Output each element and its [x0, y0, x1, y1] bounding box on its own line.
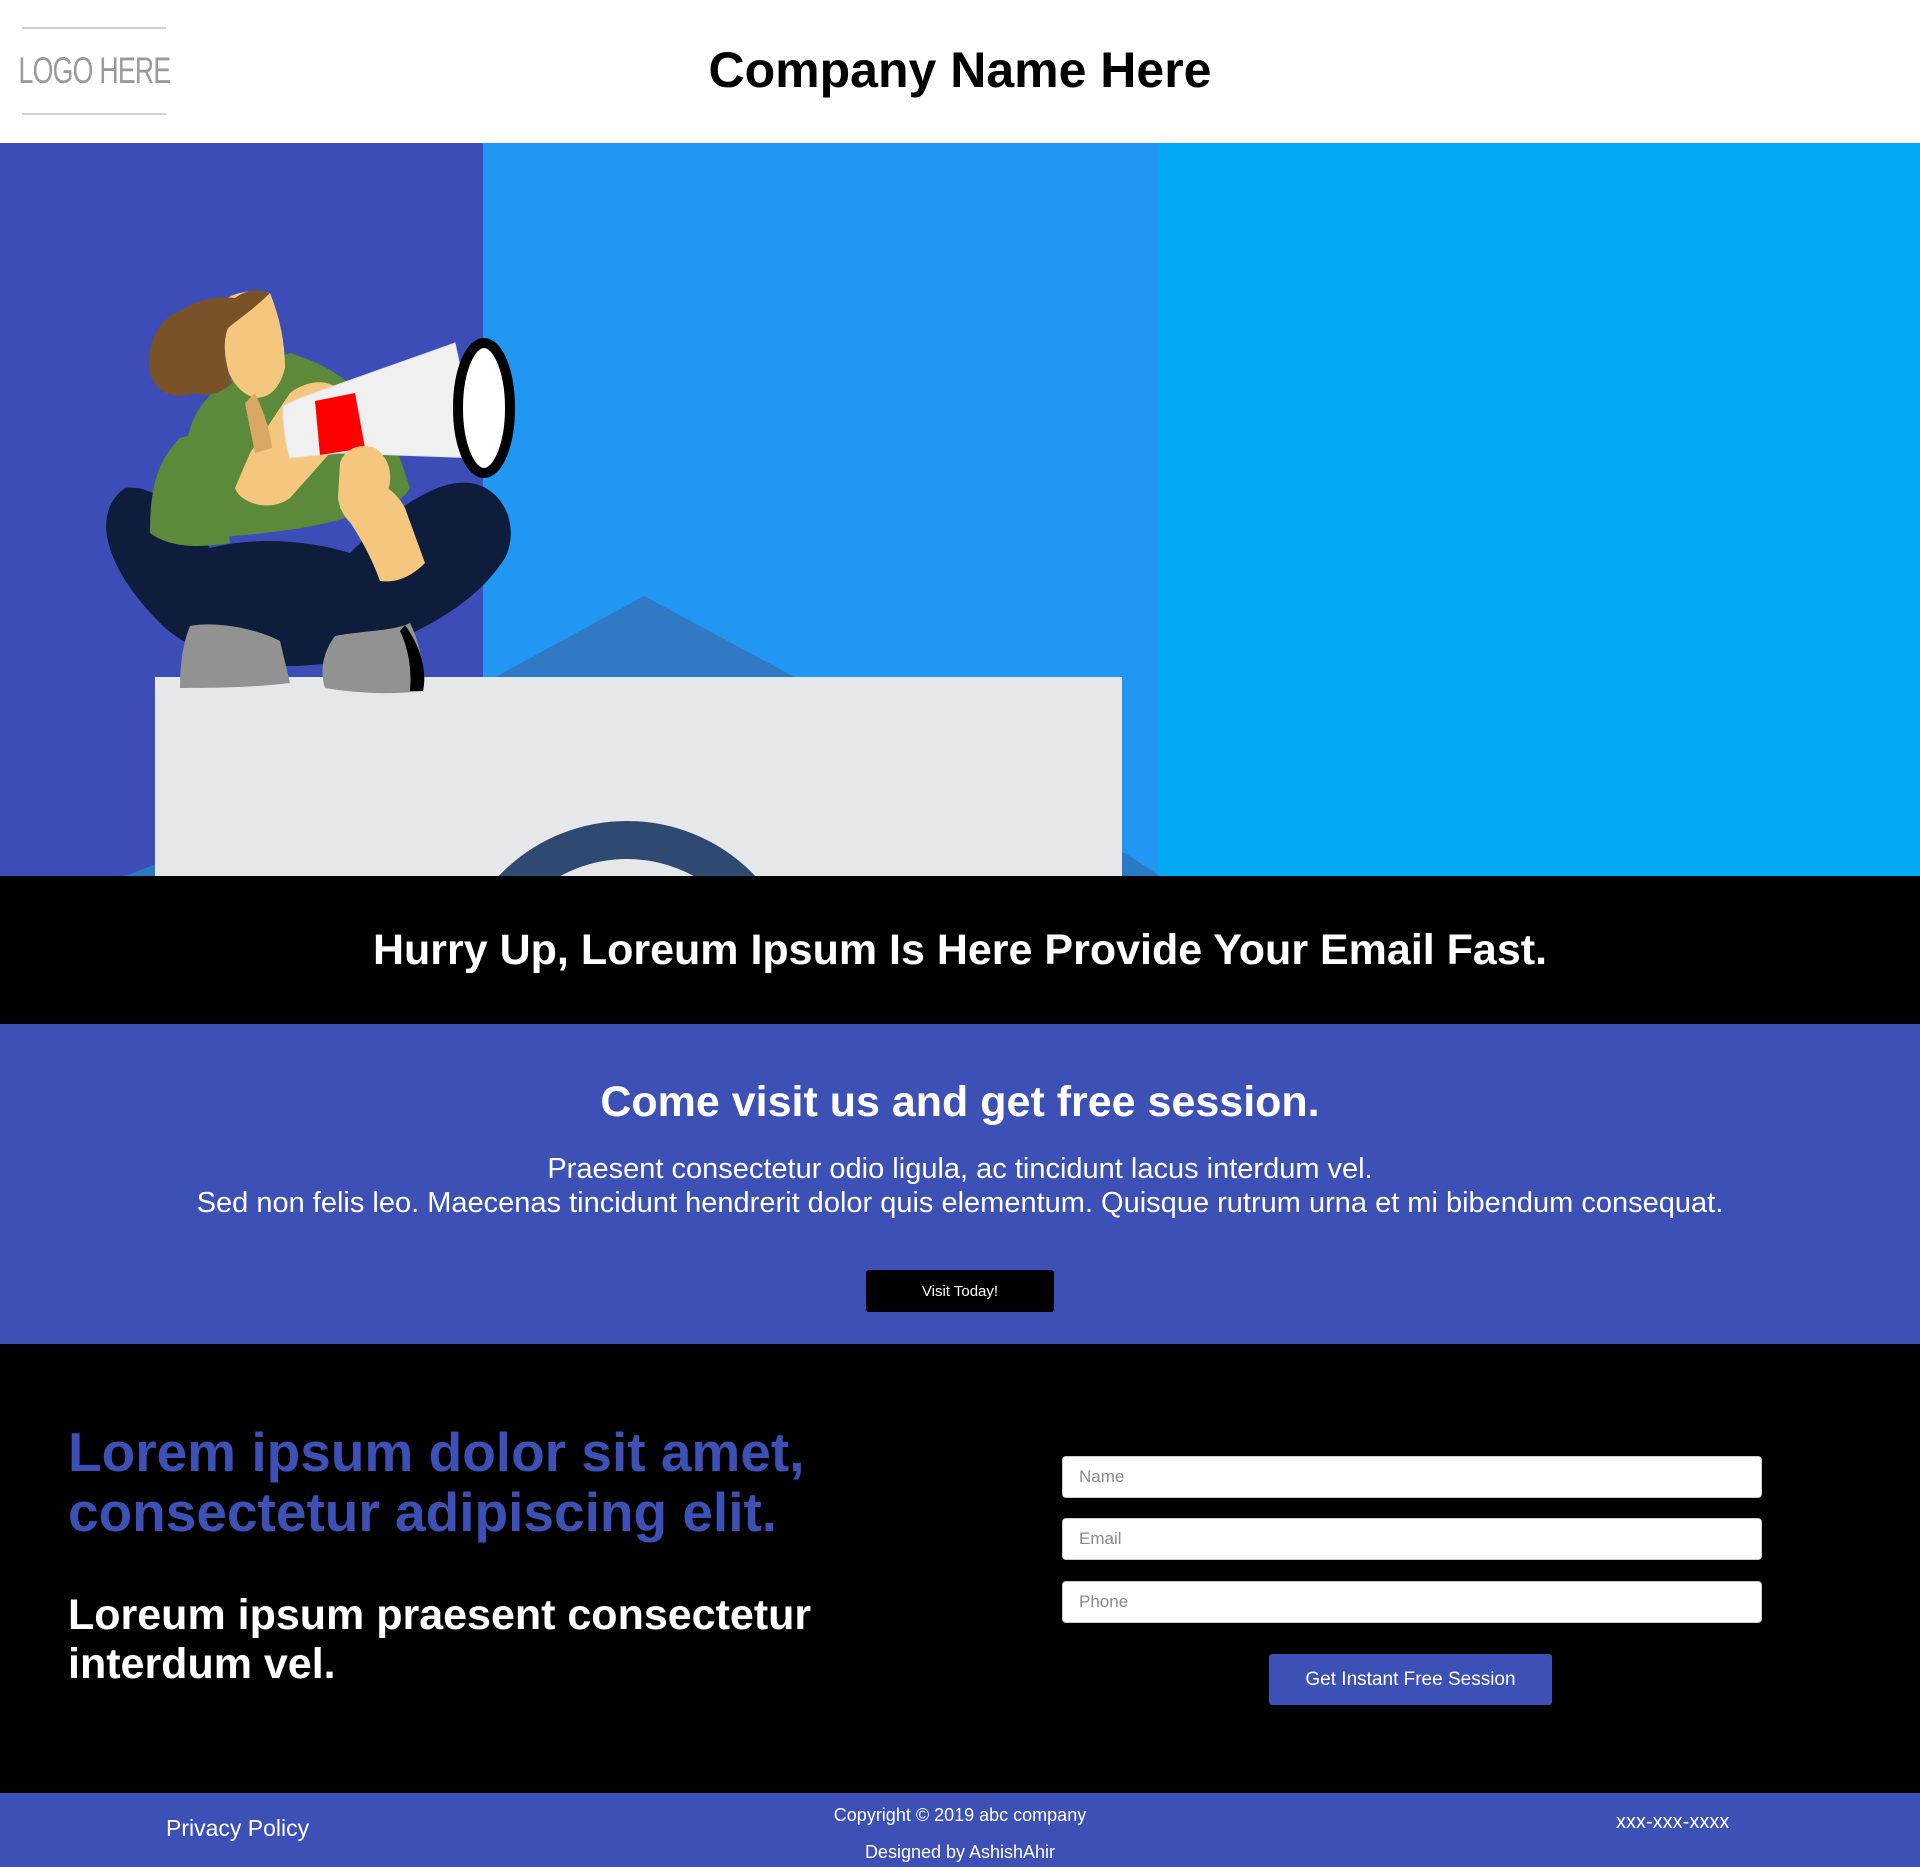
visit-today-button[interactable]: Visit Today!: [866, 1270, 1054, 1312]
site-footer: Privacy Policy Copyright © 2019 abc comp…: [0, 1793, 1920, 1867]
visit-title: Come visit us and get free session.: [600, 1078, 1320, 1126]
promo-banner: Hurry Up, Loreum Ipsum Is Here Provide Y…: [0, 876, 1920, 1024]
designed-by-text: Designed by AshishAhir: [864, 1842, 1056, 1862]
phone-number: xxx-xxx-xxxx: [1616, 1811, 1730, 1833]
get-free-session-button[interactable]: Get Instant Free Session: [1269, 1654, 1552, 1705]
name-input[interactable]: [1062, 1456, 1762, 1498]
email-input[interactable]: [1062, 1518, 1762, 1560]
signup-headline: Lorem ipsum dolor sit amet, consectetur …: [68, 1421, 805, 1543]
visit-description-line-2: Sed non felis leo. Maecenas tincidunt he…: [196, 1187, 1724, 1219]
promo-text: Hurry Up, Loreum Ipsum Is Here Provide Y…: [372, 925, 1548, 974]
hero-illustration: [0, 143, 1920, 876]
company-name: Company Name Here: [708, 42, 1212, 98]
site-header: LOGO HERE Company Name Here: [0, 0, 1920, 143]
signup-subheadline: Loreum ipsum praesent consectetur interd…: [68, 1591, 812, 1688]
visit-section: Come visit us and get free session. Prae…: [0, 1024, 1920, 1344]
hero-banner: [0, 143, 1920, 876]
signup-section: Lorem ipsum dolor sit amet, consectetur …: [0, 1344, 1920, 1793]
visit-description-line-1: Praesent consectetur odio ligula, ac tin…: [547, 1153, 1373, 1185]
phone-input[interactable]: [1062, 1581, 1762, 1623]
